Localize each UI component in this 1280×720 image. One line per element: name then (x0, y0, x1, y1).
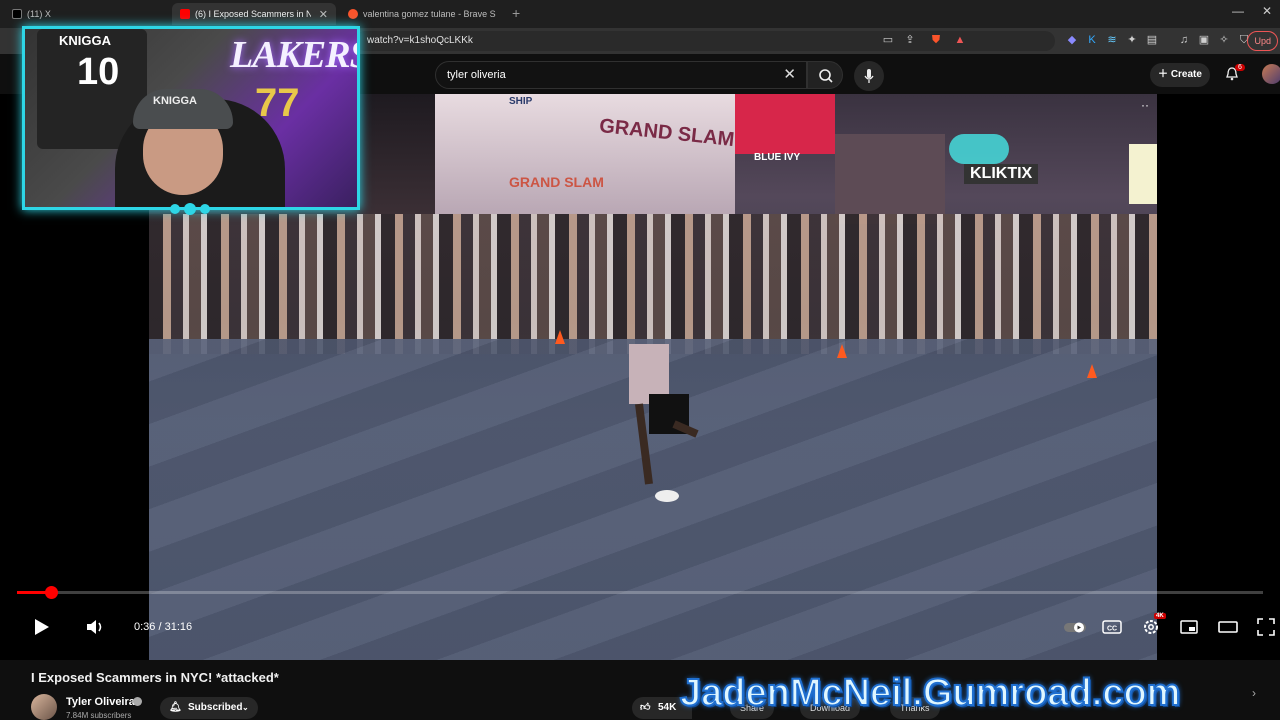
storefront (435, 94, 735, 214)
progress-scrubber[interactable] (45, 586, 58, 599)
subscribed-button[interactable]: 🔔︎ Subscribed ⌄ (160, 697, 258, 719)
share-icon[interactable]: ⇪ (902, 32, 918, 48)
traffic-cone (837, 344, 847, 358)
cap-text: KNIGGA (153, 95, 197, 107)
kliktix-sign: KLIKTIX (964, 164, 1039, 184)
subscribed-label: Subscribed (188, 702, 243, 713)
settings-gear-icon[interactable] (1140, 616, 1162, 638)
traffic-cone (555, 330, 565, 344)
clear-search-icon[interactable]: ✕ (783, 65, 796, 83)
progress-bar[interactable] (17, 586, 1263, 599)
verified-badge-icon (133, 697, 142, 706)
volume-icon[interactable] (84, 616, 106, 638)
captions-icon[interactable]: CC (1101, 616, 1123, 638)
tab-youtube[interactable]: (6) I Exposed Scammers in NYC! ✕ (172, 3, 336, 25)
lit-billboard (1129, 144, 1157, 204)
update-button[interactable]: Upd (1247, 31, 1278, 51)
youtube-logo-icon (180, 9, 190, 19)
storefront-lettering: GRAND SLAM (509, 174, 604, 190)
play-button[interactable] (30, 616, 52, 638)
extensions-puzzle-icon[interactable]: ✦ (1124, 32, 1140, 48)
new-tab-button[interactable]: + (512, 5, 520, 21)
chevron-down-icon: ⌄ (242, 703, 249, 712)
brave-search-icon (348, 9, 358, 19)
chevron-right-icon[interactable]: › (1252, 686, 1256, 700)
close-window-icon[interactable]: ✕ (1262, 4, 1272, 18)
storefront-sign-red (735, 94, 835, 154)
quality-badge: 4K (1154, 613, 1166, 619)
tab-title: (6) I Exposed Scammers in NYC! (195, 9, 311, 19)
bell-icon: 🔔︎ (169, 702, 182, 713)
svg-text:CC: CC (1107, 626, 1117, 633)
more-dots-icon[interactable]: ·· (1141, 98, 1149, 112)
address-bar[interactable]: watch?v=k1shoQcLKKk (355, 31, 1055, 51)
extension-k-icon[interactable]: K (1084, 32, 1100, 48)
time-display: 0:36 / 31:16 (134, 621, 193, 633)
brave-rewards-icon[interactable]: ▲ (952, 32, 968, 48)
lakers-neon-sign: LAKERS (230, 34, 360, 76)
notification-count-badge: 6 (1235, 64, 1245, 71)
create-label: Create (1170, 69, 1202, 80)
channel-avatar[interactable] (31, 694, 57, 720)
tab-brave-search[interactable]: valentina gomez tulane - Brave Sear (340, 3, 504, 25)
jersey-number: 10 (77, 51, 120, 93)
plus-icon: ＋ (1158, 69, 1171, 80)
account-avatar[interactable] (1262, 64, 1280, 84)
browser-tab-strip: (11) X (6) I Exposed Scammers in NYC! ✕ … (0, 0, 1280, 28)
search-input[interactable]: tyler oliveria (447, 69, 506, 81)
blue-ivy-sign: BLUE IVY (754, 152, 801, 163)
tab-title: (11) X (27, 9, 51, 19)
breakdancer-figure (629, 344, 699, 502)
cast-icon[interactable]: ▭ (880, 32, 896, 48)
thumbs-up-icon: 👍︎ (640, 702, 651, 713)
leo-icon[interactable]: ✧ (1216, 32, 1232, 48)
voice-search-button[interactable] (854, 61, 884, 91)
miniplayer-icon[interactable] (1178, 616, 1200, 638)
wallet-icon[interactable]: ▣ (1196, 32, 1212, 48)
decoration-dot (184, 203, 196, 215)
jersey-name: KNIGGA (59, 33, 111, 48)
x-logo-icon (12, 9, 22, 19)
streamer-facecam: KNIGGA 10 LAKERS 77 KNIGGA (22, 26, 360, 210)
autoplay-toggle[interactable] (1063, 616, 1087, 638)
decoration-dot (170, 204, 180, 214)
search-button[interactable] (807, 61, 843, 89)
url-text: watch?v=k1shoQcLKKk (367, 35, 473, 46)
close-tab-icon[interactable]: ✕ (319, 8, 328, 21)
media-icon[interactable]: ♫ (1176, 32, 1192, 48)
minimize-icon[interactable]: — (1232, 4, 1244, 18)
like-count: 54K (658, 702, 677, 713)
neon-sign (949, 134, 1009, 164)
decoration-dot (200, 204, 210, 214)
sidebar-icon[interactable]: ▤ (1144, 32, 1160, 48)
create-button[interactable]: ＋ Create (1150, 63, 1210, 87)
search-icon (819, 69, 833, 83)
brave-shield-icon[interactable]: ⛊ (928, 32, 944, 48)
video-title: I Exposed Scammers in NYC! *attacked* (31, 670, 279, 685)
fullscreen-icon[interactable] (1255, 616, 1277, 638)
ship-sign: SHIP (509, 96, 533, 107)
theater-mode-icon[interactable] (1217, 616, 1239, 638)
gumroad-watermark: JadenMcNeil.Gumroad.com (679, 671, 1181, 715)
traffic-cone (1087, 364, 1097, 378)
storefront (835, 134, 945, 224)
tab-title: valentina gomez tulane - Brave Sear (363, 9, 496, 19)
channel-name[interactable]: Tyler Oliveira (66, 696, 135, 708)
search-box[interactable]: tyler oliveria ✕ (435, 61, 807, 89)
extension-icon[interactable]: ◆ (1064, 32, 1080, 48)
tab-x[interactable]: (11) X (4, 3, 170, 25)
microphone-icon (864, 69, 874, 83)
extension-wave-icon[interactable]: ≋ (1104, 32, 1120, 48)
facecam-decoration (170, 203, 210, 215)
subscriber-count: 7.84M subscribers (66, 711, 132, 720)
